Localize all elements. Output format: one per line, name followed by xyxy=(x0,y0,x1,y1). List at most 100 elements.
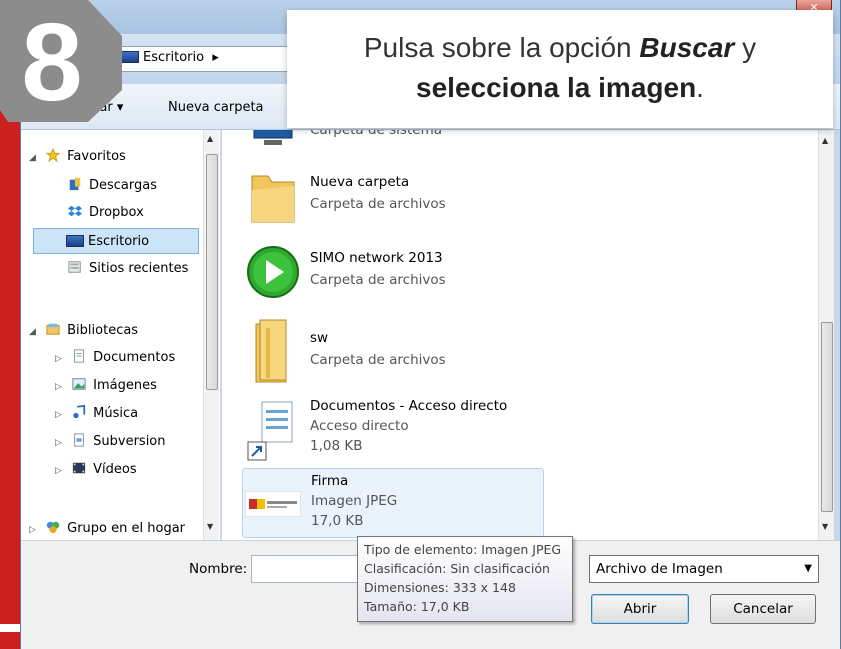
file-item-sw[interactable]: sw Carpeta de archivos xyxy=(242,319,542,390)
videos-icon xyxy=(73,462,86,474)
nav-item-videos[interactable]: ▷ Vídeos xyxy=(55,457,137,483)
callout-text: . xyxy=(696,72,704,103)
open-button[interactable]: Abrir xyxy=(591,594,689,624)
file-type: Carpeta de archivos xyxy=(310,196,446,212)
nav-label: Documentos xyxy=(93,350,176,365)
nav-item-documents[interactable]: ▷ Documentos xyxy=(55,345,175,371)
nav-scrollbar[interactable]: ▲ ▼ xyxy=(203,130,219,540)
breadcrumb-desktop: Escritorio xyxy=(143,50,205,65)
expand-arrow-icon[interactable]: ◢ xyxy=(29,319,39,345)
scroll-down-arrow-icon[interactable]: ▼ xyxy=(207,522,213,531)
file-list: Carpeta de sistema Nueva carpeta Carpeta… xyxy=(222,130,818,540)
file-item-documentos-shortcut[interactable]: Documentos - Acceso directo Acceso direc… xyxy=(242,398,542,462)
file-type: Carpeta de archivos xyxy=(310,272,446,288)
collapse-arrow-icon[interactable]: ▷ xyxy=(55,374,65,400)
callout-emphasis: Buscar xyxy=(639,32,735,63)
scroll-up-arrow-icon[interactable]: ▲ xyxy=(822,136,828,145)
step-number: 8 xyxy=(21,1,82,122)
tooltip-line: Tipo de elemento: Imagen JPEG xyxy=(364,542,562,557)
chevron-right-icon: ▸ xyxy=(212,50,219,65)
file-type: Carpeta de archivos xyxy=(310,352,446,368)
collapse-arrow-icon[interactable]: ▷ xyxy=(55,430,65,456)
nav-item-downloads[interactable]: Descargas xyxy=(67,173,157,199)
nav-item-desktop[interactable]: Escritorio xyxy=(33,228,199,254)
documents-icon xyxy=(74,349,84,363)
instruction-callout: Pulsa sobre la opción Buscar y seleccion… xyxy=(287,10,833,128)
nav-label: Descargas xyxy=(89,178,158,193)
collapse-arrow-icon[interactable]: ▷ xyxy=(55,402,65,428)
collapse-arrow-icon[interactable]: ▷ xyxy=(55,346,65,372)
dropdown-arrow-icon: ▼ xyxy=(804,563,812,574)
tooltip-line: Tamaño: 17,0 KB xyxy=(364,599,470,614)
file-type-filter[interactable]: Archivo de Imagen ▼ xyxy=(589,555,819,583)
nav-item-music[interactable]: ▷ Música xyxy=(55,401,138,427)
tooltip-line: Clasificación: Sin clasificación xyxy=(364,561,550,576)
jpeg-thumbnail xyxy=(245,491,301,517)
downloads-icon xyxy=(69,177,81,191)
nav-label: Escritorio xyxy=(88,234,150,249)
file-type: Acceso directo xyxy=(310,418,409,434)
nav-label: Grupo en el hogar xyxy=(67,521,186,536)
nav-label: Dropbox xyxy=(89,205,144,220)
nav-label: Música xyxy=(93,406,139,421)
file-tooltip: Tipo de elemento: Imagen JPEG Clasificac… xyxy=(357,536,573,622)
file-item-nueva-carpeta[interactable]: Nueva carpeta Carpeta de archivos xyxy=(242,174,542,234)
nav-item-images[interactable]: ▷ Imágenes xyxy=(55,373,157,399)
file-type: Imagen JPEG xyxy=(311,493,398,509)
file-name: Documentos - Acceso directo xyxy=(310,398,508,414)
pictures-icon xyxy=(72,378,86,390)
callout-text: Pulsa sobre la opción xyxy=(363,32,640,63)
nav-favorites[interactable]: ◢ Favoritos xyxy=(29,144,126,170)
scroll-up-arrow-icon[interactable]: ▲ xyxy=(207,134,213,143)
file-scroll-thumb[interactable] xyxy=(821,322,833,512)
callout-emphasis: selecciona la imagen xyxy=(416,72,697,103)
nav-scroll-thumb[interactable] xyxy=(206,154,218,390)
file-name-input[interactable] xyxy=(251,555,359,583)
filter-value: Archivo de Imagen xyxy=(596,561,723,577)
tooltip-line: Dimensiones: 333 x 148 xyxy=(364,580,516,595)
file-list-scrollbar[interactable]: ▲ ▼ xyxy=(818,130,834,540)
navigation-pane: ◢ Favoritos Descargas Dropbox Escritorio… xyxy=(21,130,221,540)
nav-label: Vídeos xyxy=(93,462,137,477)
dropbox-icon xyxy=(68,205,82,217)
desktop-icon xyxy=(66,235,84,247)
file-item-firma[interactable]: Firma Imagen JPEG 17,0 KB xyxy=(242,468,544,538)
file-name-label: Nombre: xyxy=(189,561,248,577)
nav-item-dropbox[interactable]: Dropbox xyxy=(67,200,144,226)
folder-icon xyxy=(255,319,287,383)
white-strip-accent xyxy=(0,624,22,632)
file-name: SIMO network 2013 xyxy=(310,250,443,266)
nav-item-subversion[interactable]: ▷ Subversion xyxy=(55,429,166,455)
nav-label: Sitios recientes xyxy=(89,261,189,276)
breadcrumb[interactable]: Escritorio ▸ xyxy=(121,50,219,65)
file-type: Carpeta de sistema xyxy=(310,130,442,138)
nav-label: Subversion xyxy=(93,434,166,449)
file-name: Firma xyxy=(311,473,349,489)
file-item-computer[interactable]: Carpeta de sistema xyxy=(242,130,542,152)
step-number-badge: 8 xyxy=(0,0,122,122)
play-icon xyxy=(247,246,299,298)
libraries-icon xyxy=(46,323,60,335)
callout-text: y xyxy=(734,32,757,63)
file-item-simo-network[interactable]: SIMO network 2013 Carpeta de archivos xyxy=(242,246,542,310)
desktop-icon xyxy=(121,51,139,63)
scroll-down-arrow-icon[interactable]: ▼ xyxy=(822,522,828,531)
nav-label: Bibliotecas xyxy=(67,323,139,338)
homegroup-icon xyxy=(47,521,60,534)
nav-item-recent-places[interactable]: Sitios recientes xyxy=(67,256,188,282)
nav-label: Imágenes xyxy=(93,378,157,393)
folder-icon xyxy=(251,175,295,223)
expand-arrow-icon[interactable]: ◢ xyxy=(29,145,39,171)
nav-label: Favoritos xyxy=(67,149,126,164)
file-size: 1,08 KB xyxy=(310,438,363,454)
nav-libraries[interactable]: ◢ Bibliotecas xyxy=(29,318,138,344)
collapse-arrow-icon[interactable]: ▷ xyxy=(55,458,65,484)
nav-homegroup[interactable]: ▷ Grupo en el hogar xyxy=(29,516,185,542)
recent-places-icon xyxy=(68,261,81,273)
computer-icon xyxy=(253,130,293,145)
new-folder-button[interactable]: Nueva carpeta xyxy=(168,100,264,115)
file-size: 17,0 KB xyxy=(311,513,364,529)
cancel-button[interactable]: Cancelar xyxy=(710,594,816,624)
shortcut-document-icon xyxy=(247,401,293,461)
star-icon xyxy=(45,148,61,162)
